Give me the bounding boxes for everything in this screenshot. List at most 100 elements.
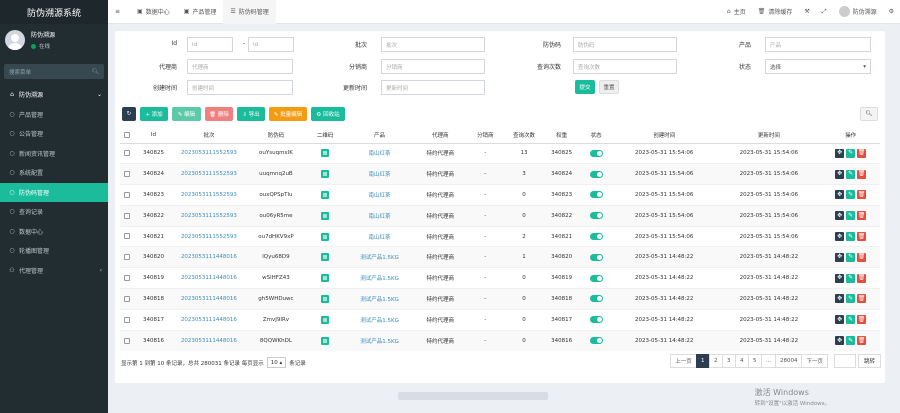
product-link[interactable]: 南山红茶: [369, 235, 391, 241]
edit-icon[interactable]: ✎: [846, 336, 856, 346]
tab-product-management[interactable]: ▣ 产品管理: [177, 0, 224, 24]
edit-icon[interactable]: ✎: [846, 315, 856, 325]
updated-time-input[interactable]: 更新时间: [381, 80, 485, 95]
row-checkbox[interactable]: [124, 316, 131, 323]
row-checkbox[interactable]: [124, 254, 131, 261]
column-header[interactable]: [120, 127, 135, 144]
batch-link[interactable]: 2023053111552593: [181, 234, 237, 240]
page-size-select[interactable]: 10 ▴: [266, 357, 287, 368]
product-link[interactable]: 南山红茶: [369, 172, 391, 178]
edit-icon[interactable]: ✎: [846, 273, 856, 283]
delete-icon[interactable]: 🗑︎: [857, 252, 867, 262]
recycle-bin-button[interactable]: ♻ 回收站: [311, 107, 345, 121]
delete-icon[interactable]: 🗑︎: [857, 190, 867, 200]
id-from-input[interactable]: Id: [187, 37, 233, 52]
batch-link[interactable]: 2023053111448016: [181, 275, 237, 281]
page-button[interactable]: ...: [760, 354, 776, 368]
fullscreen-button[interactable]: ⤢: [816, 0, 833, 24]
qrcode-icon[interactable]: [321, 149, 330, 158]
product-link[interactable]: 测试产品1.5KG: [360, 318, 399, 324]
sidebar-item-3[interactable]: ○ 新闻资讯管理: [0, 144, 108, 164]
product-link[interactable]: 测试产品1.5KG: [360, 297, 399, 303]
tab-code-management[interactable]: ☰ 防伪码管理: [223, 0, 276, 24]
batch-link[interactable]: 2023053111448016: [181, 338, 237, 344]
qrcode-icon[interactable]: [321, 253, 330, 262]
edit-icon[interactable]: ✎: [846, 148, 856, 158]
edit-button[interactable]: ✎ 编辑: [172, 107, 201, 121]
product-link[interactable]: 南山红茶: [369, 193, 391, 199]
page-button[interactable]: 4: [734, 354, 749, 368]
status-toggle[interactable]: [589, 337, 603, 345]
move-icon[interactable]: ✥: [835, 148, 845, 158]
query-count-input[interactable]: 查询次数: [573, 59, 677, 74]
qrcode-icon[interactable]: [321, 211, 330, 220]
batch-input[interactable]: 批次: [381, 37, 485, 52]
batch-link[interactable]: 2023053111552593: [181, 171, 237, 177]
move-icon[interactable]: ✥: [835, 336, 845, 346]
edit-icon[interactable]: ✎: [846, 252, 856, 262]
sidebar-item-8[interactable]: ○ 轮播图管理: [0, 241, 108, 261]
move-icon[interactable]: ✥: [835, 169, 845, 179]
created-time-input[interactable]: 创建时间: [187, 80, 293, 95]
edit-icon[interactable]: ✎: [846, 169, 856, 179]
batch-link[interactable]: 2023053111552593: [181, 192, 237, 198]
product-link[interactable]: 南山红茶: [369, 151, 391, 157]
status-toggle[interactable]: [589, 274, 603, 282]
sidebar-item-2[interactable]: ○ 公告管理: [0, 124, 108, 144]
status-toggle[interactable]: [589, 316, 603, 324]
move-icon[interactable]: ✥: [835, 211, 845, 221]
qrcode-icon[interactable]: [321, 294, 330, 303]
qrcode-icon[interactable]: [321, 336, 330, 345]
delete-icon[interactable]: 🗑︎: [857, 294, 867, 304]
id-to-input[interactable]: Id: [248, 37, 294, 52]
batch-edit-button[interactable]: ✎ 批量编辑: [269, 107, 307, 121]
page-button[interactable]: 1: [695, 354, 710, 368]
row-checkbox[interactable]: [124, 295, 131, 302]
batch-link[interactable]: 2023053111552593: [181, 213, 237, 219]
sidebar-item-1[interactable]: ○ 产品管理: [0, 105, 108, 125]
table-search-button[interactable]: 🔍︎: [860, 107, 878, 121]
status-toggle[interactable]: [589, 233, 603, 241]
move-icon[interactable]: ✥: [835, 252, 845, 262]
page-button[interactable]: 5: [747, 354, 762, 368]
move-icon[interactable]: ✥: [835, 232, 845, 242]
move-icon[interactable]: ✥: [835, 315, 845, 325]
settings-button[interactable]: ⚙: [883, 0, 900, 24]
delete-icon[interactable]: 🗑︎: [857, 273, 867, 283]
refresh-button[interactable]: ↻: [122, 107, 136, 121]
edit-icon[interactable]: ✎: [846, 190, 856, 200]
delete-icon[interactable]: 🗑︎: [857, 315, 867, 325]
status-toggle[interactable]: [589, 212, 603, 220]
distributor-input[interactable]: 分销商: [381, 59, 485, 74]
delete-icon[interactable]: 🗑︎: [857, 336, 867, 346]
row-checkbox[interactable]: [124, 233, 131, 240]
qrcode-icon[interactable]: [321, 190, 330, 199]
clear-cache-button[interactable]: 🗑︎ 清除缓存: [752, 0, 799, 24]
product-link[interactable]: 南山红茶: [369, 214, 391, 220]
status-toggle[interactable]: [589, 253, 603, 261]
menu-toggle-button[interactable]: ≡: [108, 0, 130, 24]
sidebar-item-4[interactable]: ○ 系统配置: [0, 163, 108, 183]
product-link[interactable]: 测试产品1.5KG: [360, 276, 399, 282]
batch-link[interactable]: 2023053111448016: [181, 296, 237, 302]
search-icon[interactable]: 🔍︎: [92, 69, 99, 75]
code-input[interactable]: 防伪码: [573, 37, 677, 52]
sidebar-item-0[interactable]: ⌂ 防伪溯源 ⌄: [0, 85, 108, 105]
sidebar-item-9[interactable]: ⚇ 代理管理 ‹: [0, 261, 108, 281]
agent-input[interactable]: 代理商: [187, 59, 293, 74]
row-checkbox[interactable]: [124, 337, 131, 344]
edit-icon[interactable]: ✎: [846, 294, 856, 304]
home-link[interactable]: ⌂ 主页: [721, 0, 752, 24]
status-toggle[interactable]: [589, 170, 603, 178]
delete-icon[interactable]: 🗑︎: [857, 232, 867, 242]
sidebar-item-5[interactable]: ○ 防伪码管理: [0, 182, 108, 202]
page-button[interactable]: 3: [721, 354, 736, 368]
page-button[interactable]: 上一页: [670, 354, 697, 368]
qrcode-icon[interactable]: [321, 232, 330, 241]
row-checkbox[interactable]: [124, 150, 131, 157]
qrcode-icon[interactable]: [321, 170, 330, 179]
product-link[interactable]: 测试产品1.5KG: [360, 339, 399, 345]
status-toggle[interactable]: [589, 191, 603, 199]
row-checkbox[interactable]: [124, 274, 131, 281]
page-button[interactable]: 28004: [774, 354, 803, 368]
